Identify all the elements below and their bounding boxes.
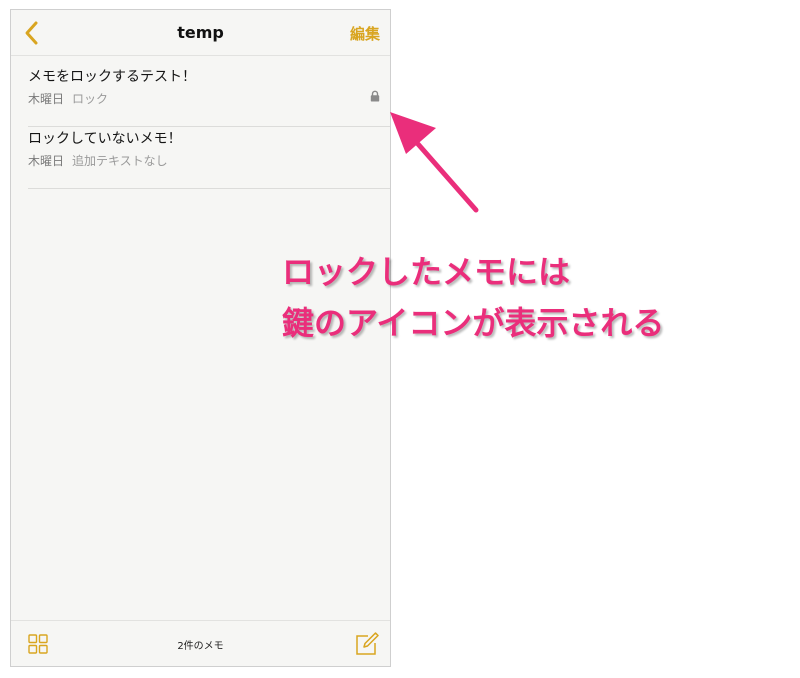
edit-button[interactable]: 編集 [350,23,380,44]
note-meta: 木曜日 追加テキストなし [28,152,168,169]
page-title: temp [177,23,224,42]
note-title: メモをロックするテスト！ [28,69,196,85]
note-title: ロックしていないメモ！ [28,131,182,147]
note-list-item[interactable]: ロックしていないメモ！ 木曜日 追加テキストなし [28,128,390,189]
annotation-line-1: ロックしたメモには [282,253,571,291]
note-date: 木曜日 [28,92,65,106]
note-date: 木曜日 [28,154,65,168]
note-preview: 追加テキストなし [72,154,168,168]
note-list-item[interactable]: メモをロックするテスト！ 木曜日 ロック [28,66,390,127]
note-count-label: 2件のメモ [177,641,224,652]
lock-icon [370,90,380,102]
annotation-line-2: 鍵のアイコンが表示される [282,304,665,342]
annotation-callout: ロックしたメモには 鍵のアイコンが表示される [282,247,664,349]
navigation-bar: temp 編集 [11,10,390,56]
compose-icon [356,632,379,655]
compose-button[interactable] [354,631,380,657]
note-meta: 木曜日 ロック [28,90,108,107]
bottom-toolbar: 2件のメモ [11,620,390,666]
annotation-arrow-icon [390,112,479,213]
note-preview: ロック [72,92,109,106]
